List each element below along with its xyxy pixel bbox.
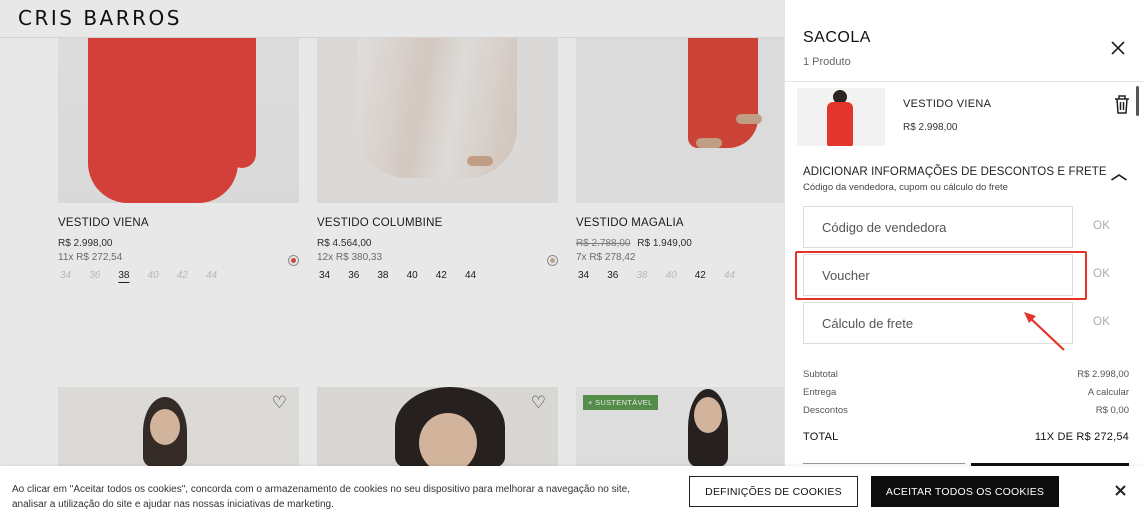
total-value: 11X DE R$ 272,54 xyxy=(1034,431,1129,443)
size-option: 34 xyxy=(60,270,72,281)
product-card[interactable]: ♡ xyxy=(317,387,558,467)
size-option[interactable]: 36 xyxy=(605,270,634,281)
brand-logo[interactable]: CRIS BARROS xyxy=(18,6,182,30)
chevron-up-icon[interactable] xyxy=(1110,168,1128,184)
discounts-label: Descontos xyxy=(803,405,848,416)
product-installments: 7x R$ 278,42 xyxy=(576,252,636,263)
subtotal-label: Subtotal xyxy=(803,369,838,380)
size-option: 38 xyxy=(636,270,648,281)
shipping-ok-button[interactable]: OK xyxy=(1093,316,1110,328)
seller-code-ok-button[interactable]: OK xyxy=(1093,220,1110,232)
product-image[interactable] xyxy=(58,38,299,203)
summary-discounts: Descontos R$ 0,00 xyxy=(803,405,1129,416)
delivery-label: Entrega xyxy=(803,387,837,398)
discounts-value: R$ 0,00 xyxy=(1095,405,1129,416)
product-old-price: R$ 2.788,00 xyxy=(576,238,631,249)
product-image[interactable] xyxy=(576,38,784,203)
summary-delivery: Entrega A calcular xyxy=(803,387,1129,398)
cart-item-price: R$ 2.998,00 xyxy=(903,122,958,133)
heart-icon[interactable]: ♡ xyxy=(531,393,546,413)
subtotal-value: R$ 2.998,00 xyxy=(1077,369,1129,380)
scrollbar[interactable] xyxy=(1136,86,1139,116)
product-price: R$ 2.788,00 R$ 1.949,00 xyxy=(576,238,784,249)
size-option[interactable]: 44 xyxy=(463,270,492,281)
size-list: 34 36 38 40 42 44 xyxy=(576,270,784,281)
delivery-value: A calcular xyxy=(1087,387,1129,398)
color-swatch[interactable] xyxy=(288,255,299,266)
voucher-highlight-box xyxy=(795,251,1087,300)
total-label: TOTAL xyxy=(803,431,839,443)
annotation-arrow-icon xyxy=(1024,312,1065,351)
color-swatch[interactable] xyxy=(547,255,558,266)
product-grid: VESTIDO VIENA R$ 2.998,00 11x R$ 272,54 … xyxy=(0,38,784,514)
product-price: R$ 2.998,00 xyxy=(58,238,113,249)
product-card-viena[interactable]: VESTIDO VIENA R$ 2.998,00 11x R$ 272,54 … xyxy=(58,38,299,281)
size-option: 40 xyxy=(665,270,677,281)
size-list: 34 36 38 40 42 44 xyxy=(317,270,558,281)
size-option[interactable]: 38 xyxy=(116,270,145,281)
close-icon[interactable] xyxy=(1115,483,1126,499)
size-option: 42 xyxy=(176,270,188,281)
size-option[interactable]: 36 xyxy=(346,270,375,281)
size-option[interactable]: 34 xyxy=(576,270,605,281)
product-name[interactable]: VESTIDO COLUMBINE xyxy=(317,217,558,229)
product-name[interactable]: VESTIDO MAGALIA xyxy=(576,217,784,229)
heart-icon[interactable]: ♡ xyxy=(272,393,287,413)
product-sale-price: R$ 1.949,00 xyxy=(637,238,692,249)
cart-title: SACOLA xyxy=(803,29,871,46)
voucher-ok-button[interactable]: OK xyxy=(1093,268,1110,280)
cookie-text: Ao clicar em "Aceitar todos os cookies",… xyxy=(12,484,630,510)
cookie-settings-button[interactable]: DEFINIÇÕES DE COOKIES xyxy=(689,476,858,507)
product-card[interactable]: + SUSTENTÁVEL xyxy=(576,387,784,467)
size-option[interactable]: 42 xyxy=(693,270,722,281)
product-card[interactable]: ♡ xyxy=(58,387,299,467)
product-price: R$ 4.564,00 xyxy=(317,238,372,249)
sustainable-badge: + SUSTENTÁVEL xyxy=(583,395,658,410)
size-option: 44 xyxy=(205,270,218,281)
seller-code-input[interactable] xyxy=(803,206,1073,248)
discounts-subtitle: Código da vendedora, cupom ou cálculo do… xyxy=(803,182,1008,193)
cookie-banner: Ao clicar em "Aceitar todos os cookies",… xyxy=(0,466,1145,514)
product-image[interactable]: ♡ xyxy=(317,387,558,467)
accept-cookies-button[interactable]: ACEITAR TODOS OS COOKIES xyxy=(871,476,1059,507)
product-installments: 11x R$ 272,54 xyxy=(58,252,123,263)
product-card-magalia[interactable]: VESTIDO MAGALIA R$ 2.788,00 R$ 1.949,00 … xyxy=(576,38,784,281)
product-card-columbine[interactable]: VESTIDO COLUMBINE R$ 4.564,00 12x R$ 380… xyxy=(317,38,558,281)
summary-subtotal: Subtotal R$ 2.998,00 xyxy=(803,369,1129,380)
close-icon[interactable] xyxy=(1111,40,1125,58)
product-name[interactable]: VESTIDO VIENA xyxy=(58,217,299,229)
summary-total: TOTAL 11X DE R$ 272,54 xyxy=(803,431,1129,443)
size-option: 36 xyxy=(89,270,101,281)
size-option[interactable]: 42 xyxy=(434,270,463,281)
product-image[interactable]: ♡ xyxy=(58,387,299,467)
discounts-title[interactable]: ADICIONAR INFORMAÇÕES DE DESCONTOS E FRE… xyxy=(803,166,1107,178)
size-option[interactable]: 38 xyxy=(375,270,404,281)
size-option[interactable]: 40 xyxy=(405,270,434,281)
size-option[interactable]: 34 xyxy=(317,270,346,281)
size-list: 34 36 38 40 42 44 xyxy=(58,270,299,281)
product-image[interactable]: + SUSTENTÁVEL xyxy=(576,387,784,467)
trash-icon[interactable] xyxy=(1113,94,1131,114)
size-option: 44 xyxy=(723,270,736,281)
cart-item-name[interactable]: VESTIDO VIENA xyxy=(903,98,991,110)
divider xyxy=(785,81,1145,82)
cart-count: 1 Produto xyxy=(803,56,851,68)
cart-item-image[interactable] xyxy=(797,88,885,146)
site-header: CRIS BARROS xyxy=(0,0,784,38)
size-option: 40 xyxy=(147,270,159,281)
product-installments: 12x R$ 380,33 xyxy=(317,252,383,263)
product-image[interactable] xyxy=(317,38,558,203)
